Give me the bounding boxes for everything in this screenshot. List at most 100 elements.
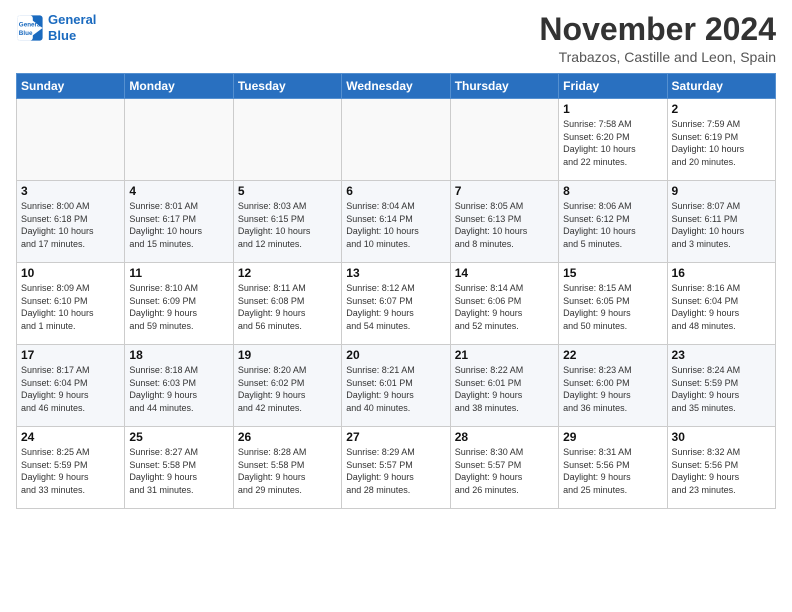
day-info: Sunrise: 8:04 AM Sunset: 6:14 PM Dayligh… bbox=[346, 200, 445, 250]
calendar-cell: 2 Sunrise: 7:59 AM Sunset: 6:19 PM Daylig… bbox=[667, 99, 775, 181]
day-info: Sunrise: 8:03 AM Sunset: 6:15 PM Dayligh… bbox=[238, 200, 337, 250]
logo-text-blue: Blue bbox=[48, 28, 96, 44]
calendar-week-2: 3 Sunrise: 8:00 AM Sunset: 6:18 PM Daylig… bbox=[17, 181, 776, 263]
day-info: Sunrise: 8:16 AM Sunset: 6:04 PM Dayligh… bbox=[672, 282, 771, 332]
day-number: 30 bbox=[672, 430, 771, 444]
day-info: Sunrise: 8:18 AM Sunset: 6:03 PM Dayligh… bbox=[129, 364, 228, 414]
location: Trabazos, Castille and Leon, Spain bbox=[539, 49, 776, 65]
col-friday: Friday bbox=[559, 74, 667, 99]
day-info: Sunrise: 8:11 AM Sunset: 6:08 PM Dayligh… bbox=[238, 282, 337, 332]
logo: General Blue General Blue bbox=[16, 12, 96, 43]
calendar-header-row: Sunday Monday Tuesday Wednesday Thursday… bbox=[17, 74, 776, 99]
day-info: Sunrise: 8:09 AM Sunset: 6:10 PM Dayligh… bbox=[21, 282, 120, 332]
day-number: 16 bbox=[672, 266, 771, 280]
calendar-cell bbox=[17, 99, 125, 181]
day-info: Sunrise: 8:29 AM Sunset: 5:57 PM Dayligh… bbox=[346, 446, 445, 496]
day-info: Sunrise: 8:17 AM Sunset: 6:04 PM Dayligh… bbox=[21, 364, 120, 414]
day-number: 13 bbox=[346, 266, 445, 280]
page: General Blue General Blue November 2024 … bbox=[0, 0, 792, 517]
calendar-cell: 7 Sunrise: 8:05 AM Sunset: 6:13 PM Daylig… bbox=[450, 181, 558, 263]
day-info: Sunrise: 8:31 AM Sunset: 5:56 PM Dayligh… bbox=[563, 446, 662, 496]
day-info: Sunrise: 8:00 AM Sunset: 6:18 PM Dayligh… bbox=[21, 200, 120, 250]
day-number: 9 bbox=[672, 184, 771, 198]
day-info: Sunrise: 8:27 AM Sunset: 5:58 PM Dayligh… bbox=[129, 446, 228, 496]
day-number: 23 bbox=[672, 348, 771, 362]
calendar-cell: 20 Sunrise: 8:21 AM Sunset: 6:01 PM Dayli… bbox=[342, 345, 450, 427]
calendar-cell: 24Sunrise: 8:25 AM Sunset: 5:59 PM Dayli… bbox=[17, 427, 125, 509]
day-number: 19 bbox=[238, 348, 337, 362]
day-number: 8 bbox=[563, 184, 662, 198]
col-monday: Monday bbox=[125, 74, 233, 99]
day-info: Sunrise: 8:20 AM Sunset: 6:02 PM Dayligh… bbox=[238, 364, 337, 414]
day-info: Sunrise: 8:05 AM Sunset: 6:13 PM Dayligh… bbox=[455, 200, 554, 250]
calendar-cell: 26 Sunrise: 8:28 AM Sunset: 5:58 PM Dayli… bbox=[233, 427, 341, 509]
calendar-cell: 30 Sunrise: 8:32 AM Sunset: 5:56 PM Dayli… bbox=[667, 427, 775, 509]
calendar-cell: 9Sunrise: 8:07 AM Sunset: 6:11 PM Daylig… bbox=[667, 181, 775, 263]
day-info: Sunrise: 7:58 AM Sunset: 6:20 PM Dayligh… bbox=[563, 118, 662, 168]
header: General Blue General Blue November 2024 … bbox=[16, 12, 776, 65]
day-info: Sunrise: 8:23 AM Sunset: 6:00 PM Dayligh… bbox=[563, 364, 662, 414]
day-info: Sunrise: 8:25 AM Sunset: 5:59 PM Dayligh… bbox=[21, 446, 120, 496]
calendar-cell: 19 Sunrise: 8:20 AM Sunset: 6:02 PM Dayli… bbox=[233, 345, 341, 427]
day-info: Sunrise: 8:28 AM Sunset: 5:58 PM Dayligh… bbox=[238, 446, 337, 496]
calendar-cell: 21Sunrise: 8:22 AM Sunset: 6:01 PM Dayli… bbox=[450, 345, 558, 427]
day-number: 7 bbox=[455, 184, 554, 198]
day-number: 26 bbox=[238, 430, 337, 444]
day-info: Sunrise: 8:21 AM Sunset: 6:01 PM Dayligh… bbox=[346, 364, 445, 414]
day-info: Sunrise: 8:30 AM Sunset: 5:57 PM Dayligh… bbox=[455, 446, 554, 496]
calendar-week-4: 17 Sunrise: 8:17 AM Sunset: 6:04 PM Dayli… bbox=[17, 345, 776, 427]
calendar-cell: 14 Sunrise: 8:14 AM Sunset: 6:06 PM Dayli… bbox=[450, 263, 558, 345]
calendar-cell: 5 Sunrise: 8:03 AM Sunset: 6:15 PM Daylig… bbox=[233, 181, 341, 263]
day-number: 2 bbox=[672, 102, 771, 116]
day-number: 20 bbox=[346, 348, 445, 362]
day-number: 11 bbox=[129, 266, 228, 280]
col-thursday: Thursday bbox=[450, 74, 558, 99]
calendar-cell bbox=[233, 99, 341, 181]
calendar-cell: 15Sunrise: 8:15 AM Sunset: 6:05 PM Dayli… bbox=[559, 263, 667, 345]
calendar-cell bbox=[450, 99, 558, 181]
day-number: 1 bbox=[563, 102, 662, 116]
calendar-cell bbox=[125, 99, 233, 181]
calendar-cell bbox=[342, 99, 450, 181]
day-number: 3 bbox=[21, 184, 120, 198]
calendar-cell: 29 Sunrise: 8:31 AM Sunset: 5:56 PM Dayli… bbox=[559, 427, 667, 509]
calendar-cell: 18 Sunrise: 8:18 AM Sunset: 6:03 PM Dayli… bbox=[125, 345, 233, 427]
calendar-cell: 8 Sunrise: 8:06 AM Sunset: 6:12 PM Daylig… bbox=[559, 181, 667, 263]
col-wednesday: Wednesday bbox=[342, 74, 450, 99]
svg-text:General: General bbox=[19, 21, 43, 28]
day-number: 27 bbox=[346, 430, 445, 444]
calendar-cell: 6 Sunrise: 8:04 AM Sunset: 6:14 PM Daylig… bbox=[342, 181, 450, 263]
day-number: 28 bbox=[455, 430, 554, 444]
day-info: Sunrise: 8:12 AM Sunset: 6:07 PM Dayligh… bbox=[346, 282, 445, 332]
calendar-cell: 23 Sunrise: 8:24 AM Sunset: 5:59 PM Dayli… bbox=[667, 345, 775, 427]
calendar-cell: 13 Sunrise: 8:12 AM Sunset: 6:07 PM Dayli… bbox=[342, 263, 450, 345]
day-number: 12 bbox=[238, 266, 337, 280]
calendar-cell: 12 Sunrise: 8:11 AM Sunset: 6:08 PM Dayli… bbox=[233, 263, 341, 345]
day-info: Sunrise: 8:01 AM Sunset: 6:17 PM Dayligh… bbox=[129, 200, 228, 250]
calendar-cell: 16 Sunrise: 8:16 AM Sunset: 6:04 PM Dayli… bbox=[667, 263, 775, 345]
calendar-cell: 27 Sunrise: 8:29 AM Sunset: 5:57 PM Dayli… bbox=[342, 427, 450, 509]
calendar-cell: 17 Sunrise: 8:17 AM Sunset: 6:04 PM Dayli… bbox=[17, 345, 125, 427]
day-number: 6 bbox=[346, 184, 445, 198]
col-saturday: Saturday bbox=[667, 74, 775, 99]
day-number: 18 bbox=[129, 348, 228, 362]
svg-text:Blue: Blue bbox=[19, 30, 33, 37]
logo-text-general: General bbox=[48, 12, 96, 28]
calendar-table: Sunday Monday Tuesday Wednesday Thursday… bbox=[16, 73, 776, 509]
day-info: Sunrise: 8:24 AM Sunset: 5:59 PM Dayligh… bbox=[672, 364, 771, 414]
day-info: Sunrise: 8:06 AM Sunset: 6:12 PM Dayligh… bbox=[563, 200, 662, 250]
calendar-week-3: 10Sunrise: 8:09 AM Sunset: 6:10 PM Dayli… bbox=[17, 263, 776, 345]
col-tuesday: Tuesday bbox=[233, 74, 341, 99]
calendar-cell: 1 Sunrise: 7:58 AM Sunset: 6:20 PM Daylig… bbox=[559, 99, 667, 181]
day-info: Sunrise: 8:14 AM Sunset: 6:06 PM Dayligh… bbox=[455, 282, 554, 332]
title-block: November 2024 Trabazos, Castille and Leo… bbox=[539, 12, 776, 65]
month-title: November 2024 bbox=[539, 12, 776, 47]
day-info: Sunrise: 8:32 AM Sunset: 5:56 PM Dayligh… bbox=[672, 446, 771, 496]
day-number: 29 bbox=[563, 430, 662, 444]
day-number: 21 bbox=[455, 348, 554, 362]
day-number: 17 bbox=[21, 348, 120, 362]
day-info: Sunrise: 7:59 AM Sunset: 6:19 PM Dayligh… bbox=[672, 118, 771, 168]
day-number: 5 bbox=[238, 184, 337, 198]
day-number: 14 bbox=[455, 266, 554, 280]
calendar-cell: 11Sunrise: 8:10 AM Sunset: 6:09 PM Dayli… bbox=[125, 263, 233, 345]
